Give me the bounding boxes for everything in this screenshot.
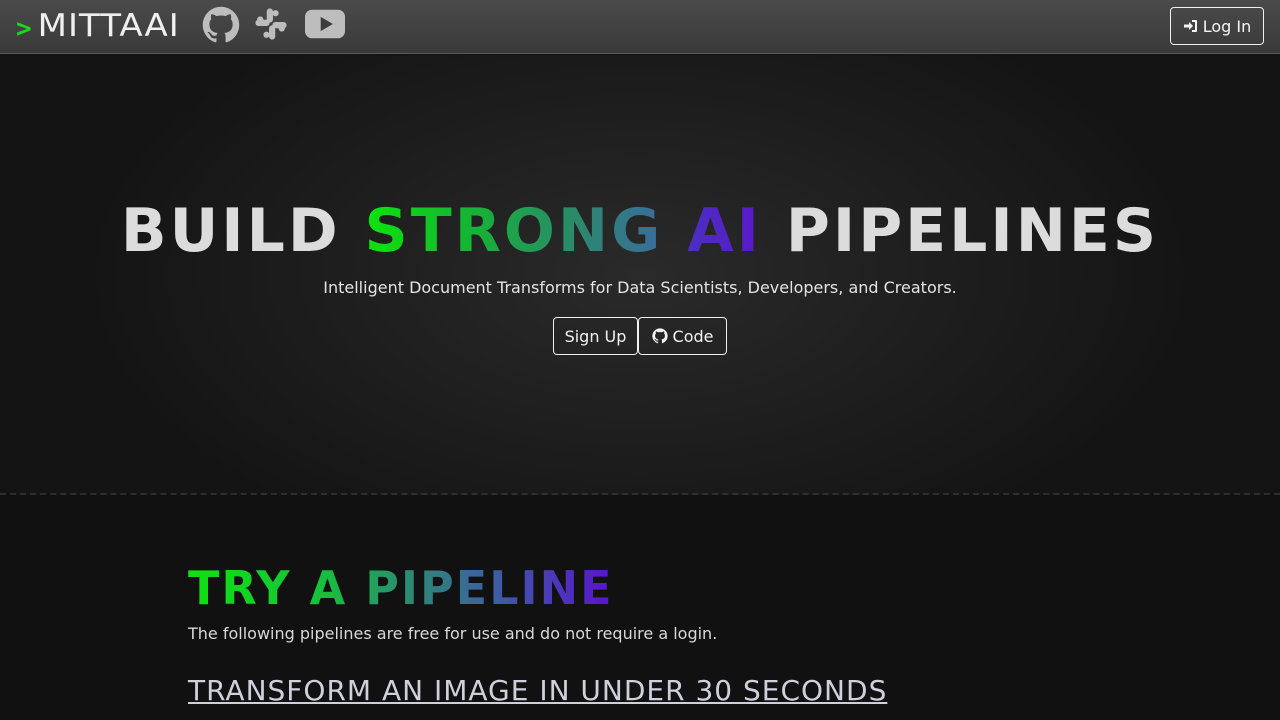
hero-title-space <box>663 196 687 266</box>
hero-title: BUILD STRONG AI PIPELINES <box>0 195 1280 267</box>
login-button[interactable]: Log In <box>1170 7 1264 45</box>
brand-caret: > <box>16 14 32 44</box>
github-icon <box>651 328 668 344</box>
navbar: > MITTAAI Log In <box>0 0 1280 54</box>
slack-icon[interactable] <box>254 6 288 42</box>
hero-title-strong: STRONG <box>364 196 664 266</box>
code-label: Code <box>672 326 714 346</box>
brand-name: MITTAAI <box>37 7 180 45</box>
hero-title-build: BUILD <box>120 196 365 266</box>
sign-in-icon <box>1183 20 1197 32</box>
hero-title-pipelines: PIPELINES <box>762 196 1160 266</box>
try-pipeline-heading: TRY A PIPELINE <box>188 561 614 615</box>
hero-buttons: Sign Up Code <box>553 317 727 355</box>
login-label: Log In <box>1202 16 1252 36</box>
signup-label: Sign Up <box>564 326 627 346</box>
hero-subtitle: Intelligent Document Transforms for Data… <box>323 278 957 297</box>
hero-section: BUILD STRONG AI PIPELINES Intelligent Do… <box>0 55 1280 495</box>
hero-title-ai: AI <box>687 196 763 266</box>
brand-logo-link[interactable]: > MITTAAI <box>16 6 180 46</box>
try-pipeline-description: The following pipelines are free for use… <box>188 624 718 643</box>
github-icon[interactable] <box>202 6 240 44</box>
signup-button[interactable]: Sign Up <box>553 317 638 355</box>
youtube-icon[interactable] <box>304 6 346 42</box>
transform-image-link[interactable]: TRANSFORM AN IMAGE IN UNDER 30 SECONDS <box>188 674 887 708</box>
code-button[interactable]: Code <box>638 317 727 355</box>
